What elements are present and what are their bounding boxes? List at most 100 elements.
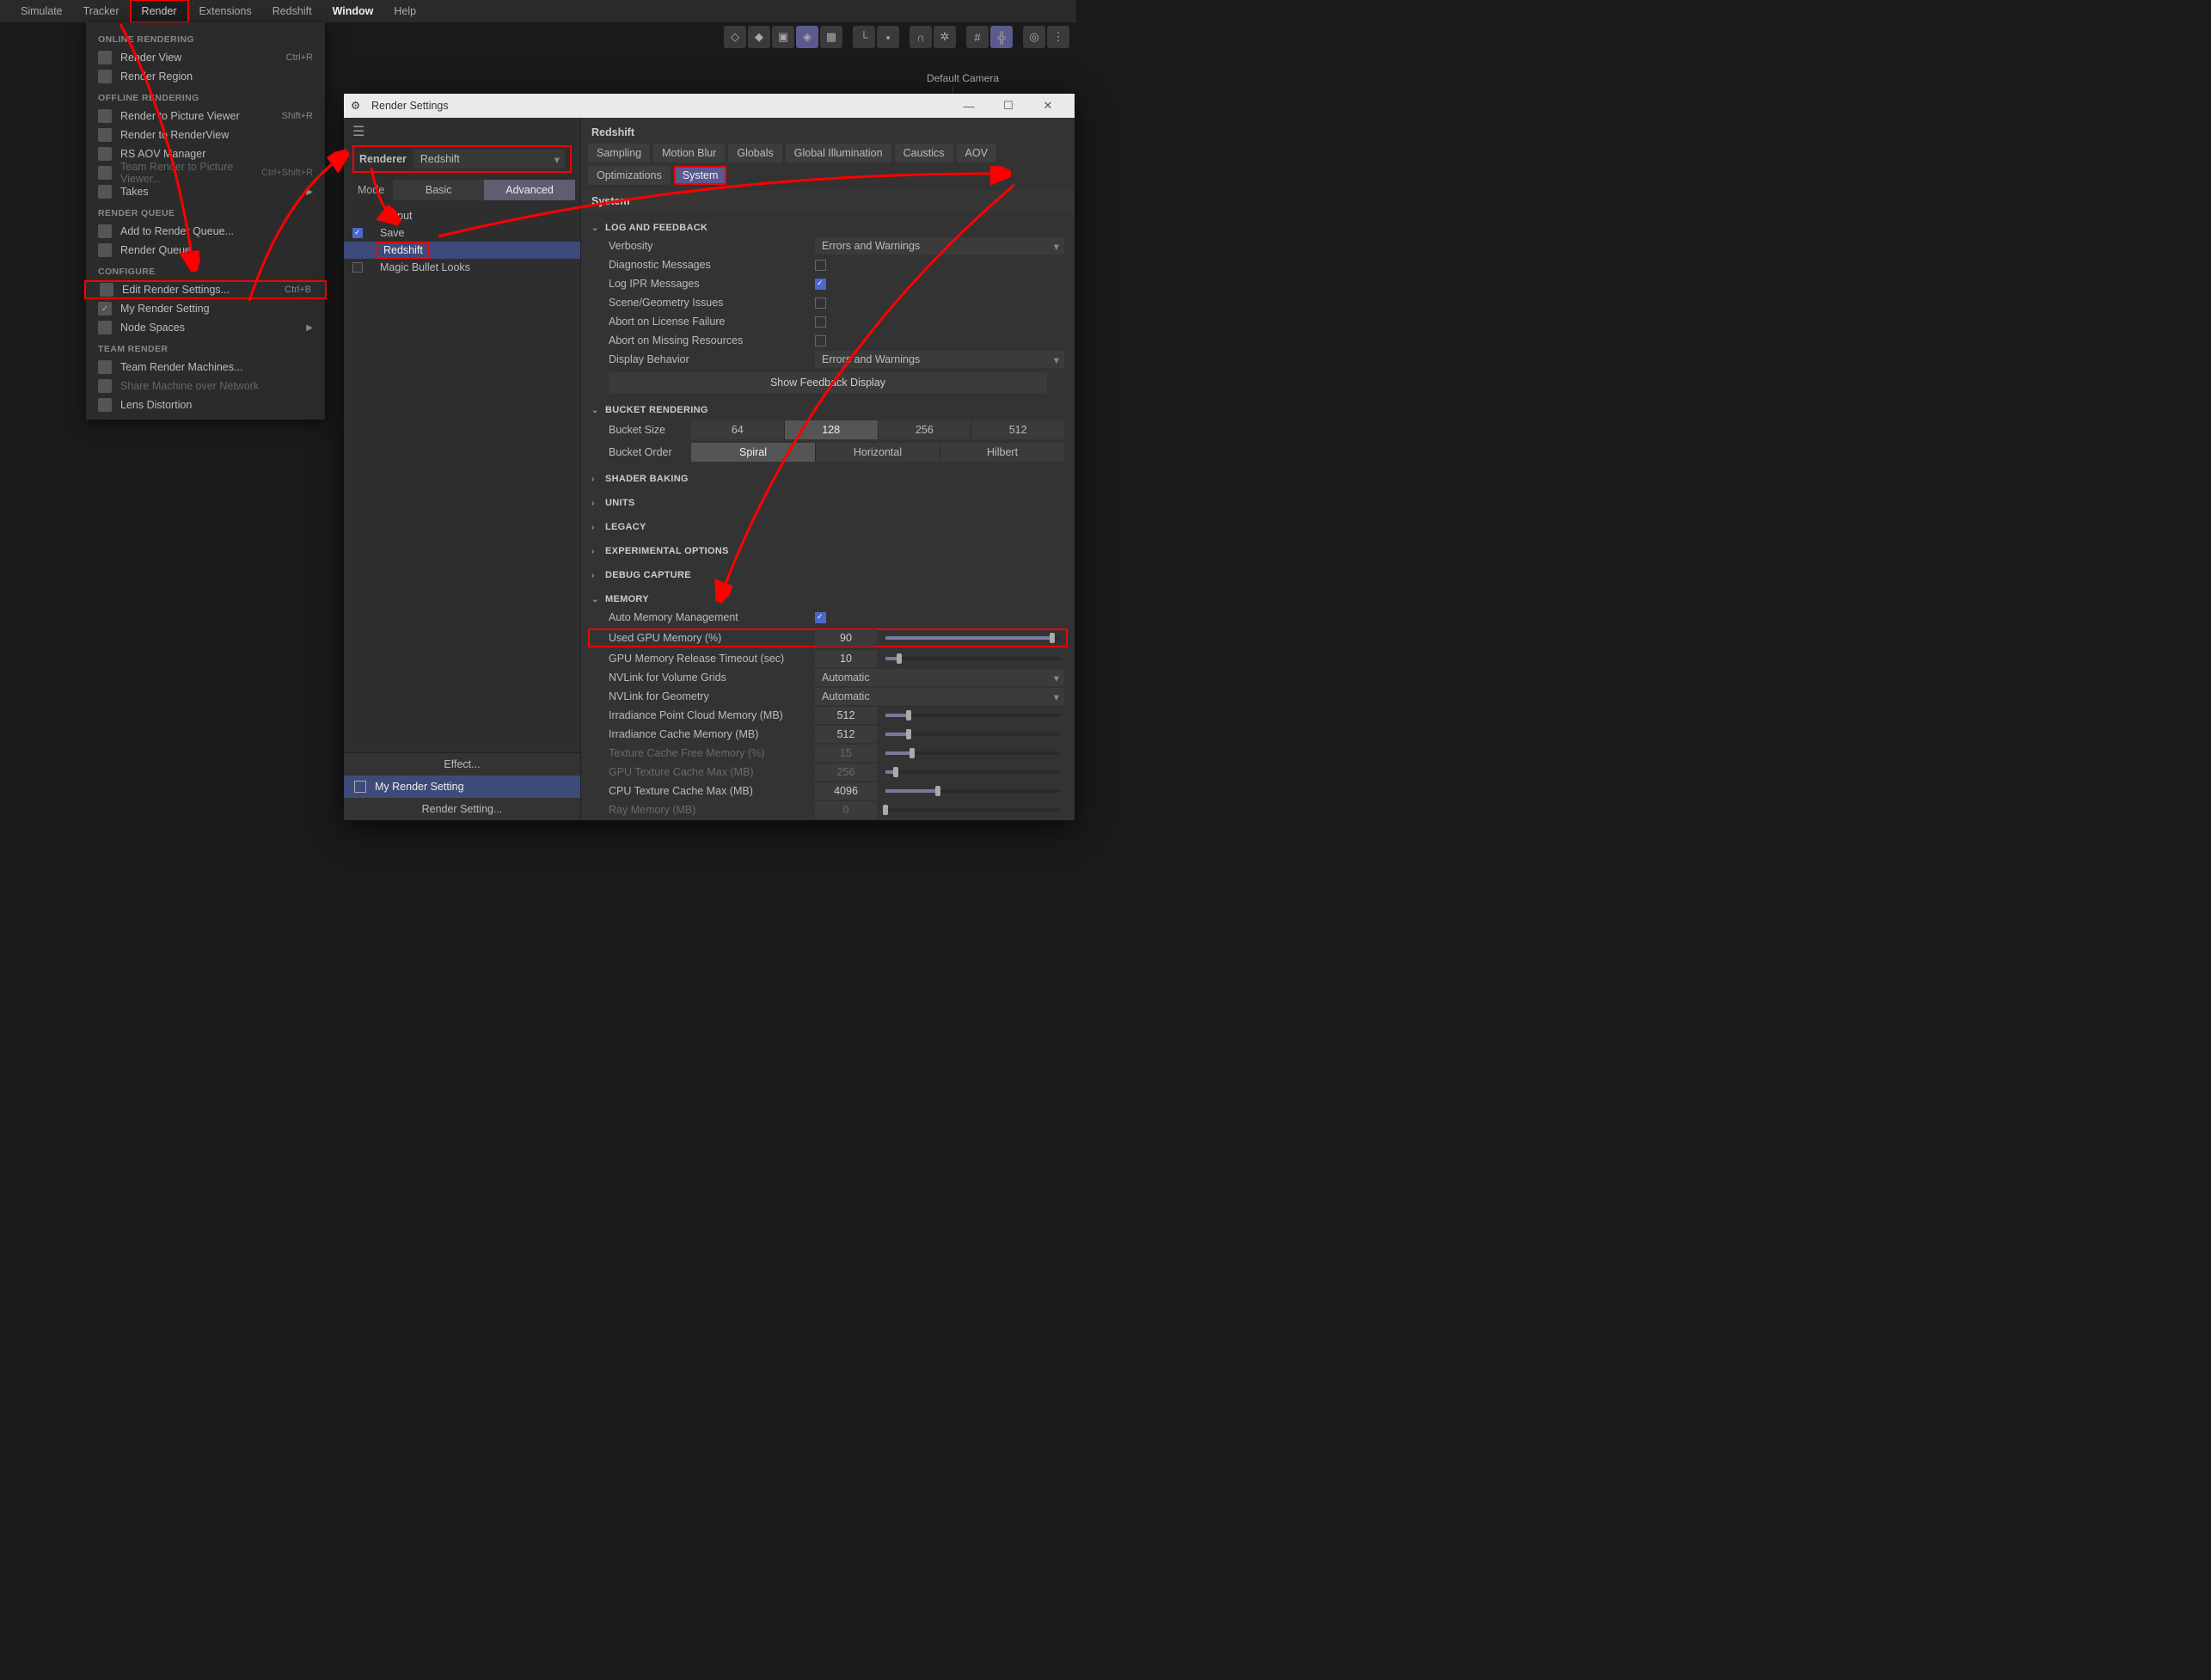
tab-optimizations[interactable]: Optimizations <box>588 166 671 185</box>
tab-globals[interactable]: Globals <box>728 144 781 162</box>
ctx-item[interactable]: Edit Render Settings...Ctrl+B <box>84 280 327 299</box>
number-input[interactable]: 512 <box>815 726 877 743</box>
segment-option[interactable]: Hilbert <box>940 443 1064 462</box>
menu-simulate[interactable]: Simulate <box>10 1 73 21</box>
menu-extensions[interactable]: Extensions <box>189 1 262 21</box>
tab-caustics[interactable]: Caustics <box>895 144 953 162</box>
cube-icon[interactable]: ◇ <box>724 26 746 48</box>
minimize-button[interactable]: — <box>949 100 989 113</box>
hash-icon[interactable]: # <box>966 26 989 48</box>
ctx-item[interactable]: Add to Render Queue... <box>86 222 325 241</box>
axis-icon[interactable]: └ <box>853 26 875 48</box>
render-setting-button[interactable]: Render Setting... <box>344 798 580 820</box>
slider[interactable] <box>885 770 1061 774</box>
ctx-item[interactable]: Team Render Machines... <box>86 358 325 377</box>
tree-checkbox[interactable] <box>352 228 363 238</box>
mode-advanced[interactable]: Advanced <box>484 180 575 200</box>
menu-help[interactable]: Help <box>383 1 426 21</box>
tree-checkbox[interactable] <box>352 262 363 273</box>
number-input[interactable]: 512 <box>815 707 877 724</box>
section-header[interactable]: ›EXPERIMENTAL OPTIONS <box>588 543 1068 560</box>
number-input[interactable]: 15 <box>815 745 877 762</box>
number-input[interactable]: 0 <box>815 801 877 819</box>
dots-icon[interactable]: ⋮ <box>1047 26 1069 48</box>
number-input[interactable]: 10 <box>815 650 877 667</box>
ctx-item[interactable]: Render to Picture ViewerShift+R <box>86 107 325 126</box>
renderer-dropdown[interactable]: Redshift <box>413 150 565 169</box>
tree-item[interactable]: Redshift <box>344 242 580 259</box>
tree-item[interactable]: Magic Bullet Looks <box>344 259 580 276</box>
tab-sampling[interactable]: Sampling <box>588 144 650 162</box>
slider[interactable] <box>885 808 1061 812</box>
number-input[interactable]: 256 <box>815 763 877 781</box>
ctx-item[interactable]: Node Spaces▶ <box>86 318 325 337</box>
ctx-item[interactable]: My Render Setting <box>86 299 325 318</box>
slider[interactable] <box>885 657 1061 660</box>
menu-tracker[interactable]: Tracker <box>73 1 130 21</box>
menu-redshift[interactable]: Redshift <box>262 1 322 21</box>
tab-system[interactable]: System <box>674 166 727 185</box>
close-button[interactable]: ✕ <box>1028 99 1068 113</box>
tab-motion-blur[interactable]: Motion Blur <box>653 144 725 162</box>
segment-option[interactable]: 512 <box>971 420 1064 439</box>
window-titlebar[interactable]: ⚙ Render Settings — ☐ ✕ <box>344 94 1075 118</box>
action-button[interactable]: Show Feedback Display <box>609 372 1047 393</box>
current-render-setting[interactable]: My Render Setting <box>344 776 580 798</box>
checkbox[interactable] <box>815 260 826 271</box>
segment-option[interactable]: 128 <box>785 420 879 439</box>
number-input[interactable]: 90 <box>815 629 877 647</box>
slider[interactable] <box>885 789 1061 793</box>
snap-icon[interactable]: ╬ <box>990 26 1013 48</box>
cube-hl-icon[interactable]: ◈ <box>796 26 818 48</box>
ctx-item[interactable]: Lens Distortion <box>86 395 325 414</box>
cube3-icon[interactable]: ▦ <box>820 26 842 48</box>
checkbox[interactable] <box>815 316 826 328</box>
ctx-item[interactable]: Takes▶ <box>86 182 325 201</box>
dropdown[interactable]: Errors and Warnings <box>815 237 1064 254</box>
section-header[interactable]: ›UNITS <box>588 494 1068 512</box>
menu-window[interactable]: Window <box>322 1 384 21</box>
dropdown[interactable]: Automatic <box>815 669 1064 686</box>
number-input[interactable]: 4096 <box>815 782 877 800</box>
tree-item[interactable]: Save <box>344 224 580 242</box>
section-header[interactable]: ›DEBUG CAPTURE <box>588 567 1068 584</box>
slider[interactable] <box>885 636 1059 640</box>
checkbox[interactable] <box>815 335 826 346</box>
circle-icon[interactable]: ◎ <box>1023 26 1045 48</box>
section-header[interactable]: ⌄MEMORY <box>588 591 1068 608</box>
ctx-item[interactable]: Share Machine over Network <box>86 377 325 395</box>
section-header[interactable]: ›SHADER BAKING <box>588 470 1068 487</box>
tree-item[interactable]: Output <box>344 207 580 224</box>
dropdown[interactable]: Errors and Warnings <box>815 351 1064 368</box>
menu-render[interactable]: Render <box>130 0 189 23</box>
mode-basic[interactable]: Basic <box>393 180 484 200</box>
cubes-icon[interactable]: ▣ <box>772 26 794 48</box>
ctx-item[interactable]: Team Render to Picture Viewer...Ctrl+Shi… <box>86 163 325 182</box>
checkbox[interactable] <box>815 279 826 290</box>
ctx-item[interactable]: Render to RenderView <box>86 126 325 144</box>
tab-global-illumination[interactable]: Global Illumination <box>786 144 891 162</box>
grid-icon[interactable]: ▪ <box>877 26 899 48</box>
hamburger-icon[interactable]: ☰ <box>344 118 580 145</box>
section-header[interactable]: ⌄BUCKET RENDERING <box>588 402 1068 419</box>
slider[interactable] <box>885 751 1061 755</box>
effect-button[interactable]: Effect... <box>344 752 580 776</box>
segment-option[interactable]: 256 <box>879 420 972 439</box>
tab-aov[interactable]: AOV <box>957 144 996 162</box>
section-header[interactable]: ›LEGACY <box>588 518 1068 536</box>
gear-icon[interactable]: ✲ <box>934 26 956 48</box>
ctx-item[interactable]: Render ViewCtrl+R <box>86 48 325 67</box>
magnet-icon[interactable]: ∩ <box>910 26 932 48</box>
segment-option[interactable]: 64 <box>691 420 785 439</box>
segment-option[interactable]: Spiral <box>691 443 816 462</box>
slider[interactable] <box>885 733 1061 736</box>
ctx-item[interactable]: Render Queue... <box>86 241 325 260</box>
checkbox[interactable] <box>815 612 826 623</box>
slider[interactable] <box>885 714 1061 717</box>
cube2-icon[interactable]: ◆ <box>748 26 770 48</box>
ctx-item[interactable]: Render Region <box>86 67 325 86</box>
dropdown[interactable]: Automatic <box>815 688 1064 705</box>
section-header[interactable]: ⌄LOG AND FEEDBACK <box>588 219 1068 236</box>
checkbox[interactable] <box>815 297 826 309</box>
maximize-button[interactable]: ☐ <box>989 99 1028 113</box>
